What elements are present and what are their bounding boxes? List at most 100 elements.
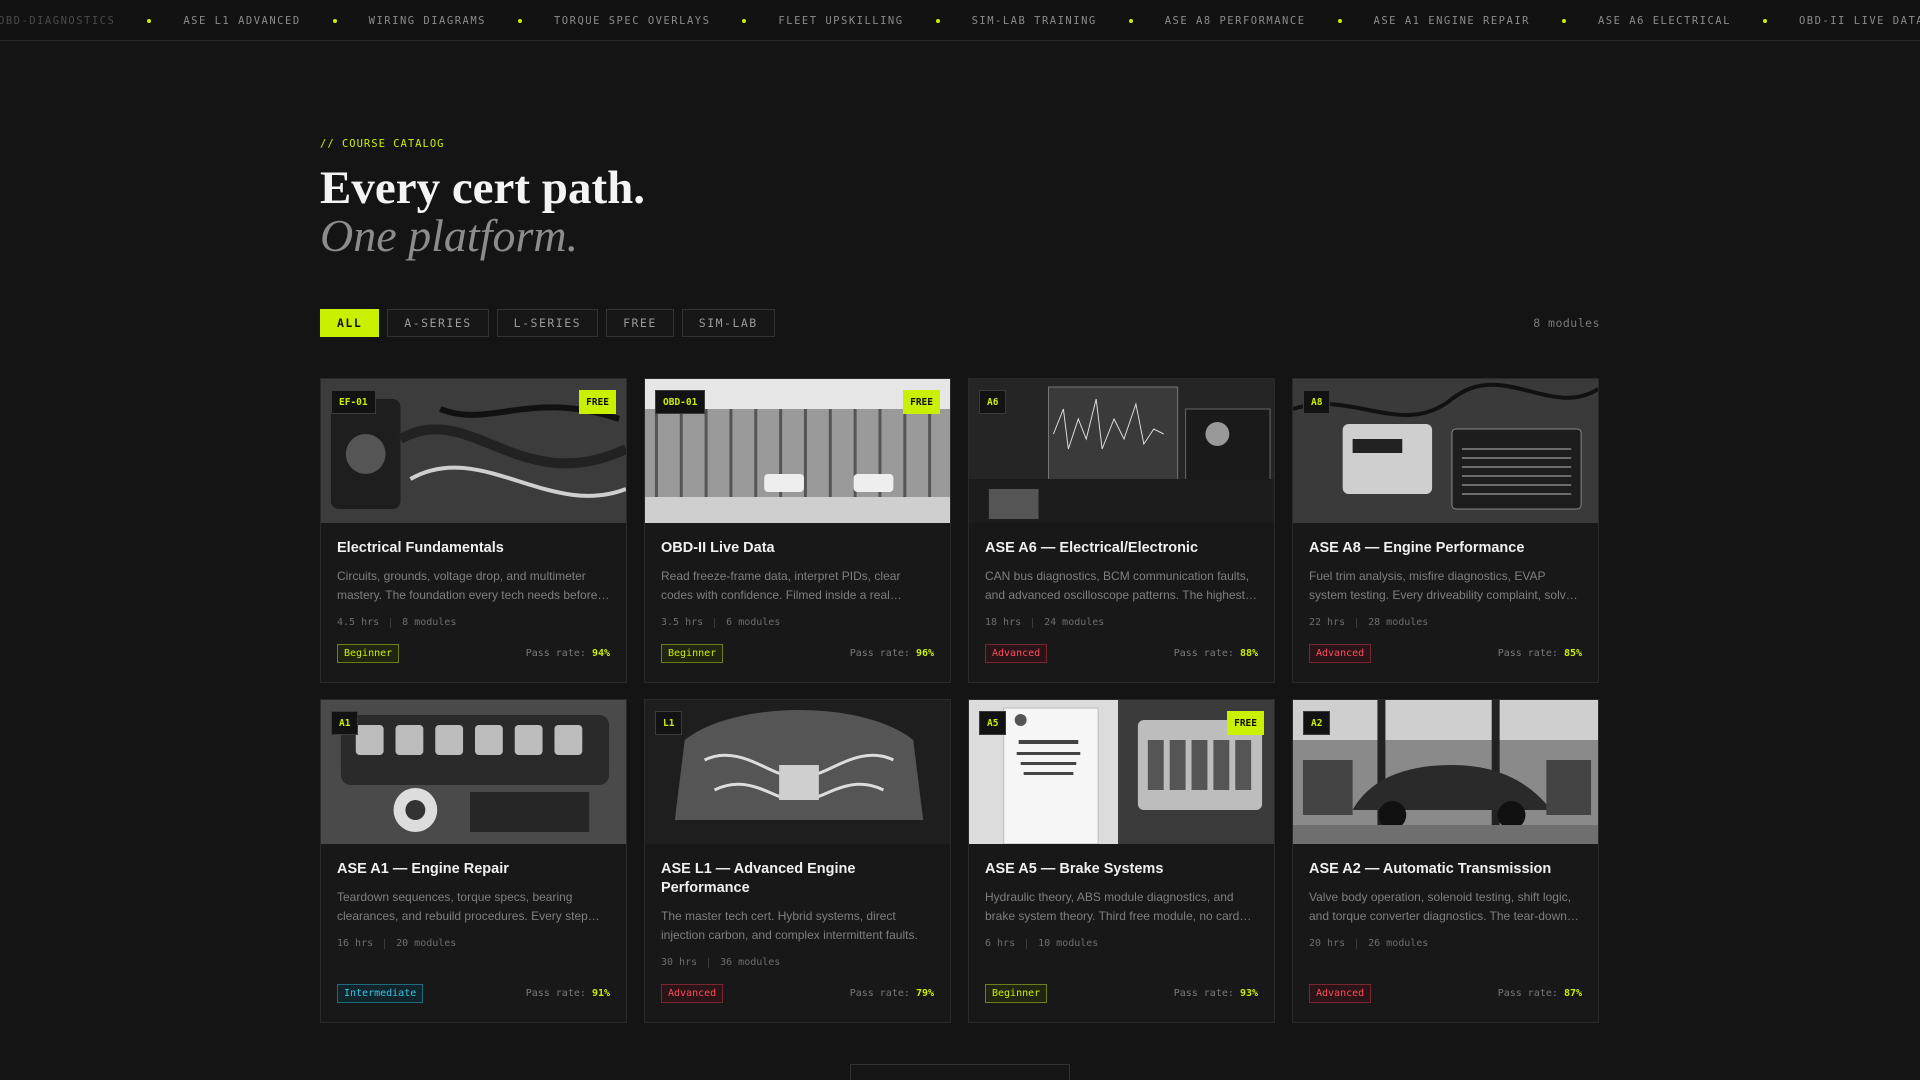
pass-rate-value: 93%	[1239, 988, 1258, 999]
course-code-badge: OBD-01	[655, 390, 706, 414]
level-badge: Advanced	[661, 984, 724, 1003]
ticker-track: OBD-DIAGNOSTICS ASE L1 ADVANCED WIRING DIA…	[0, 0, 1920, 40]
course-code-badge: EF-01	[331, 390, 376, 414]
load-more-button[interactable]	[850, 1064, 1070, 1080]
pass-rate: Pass rate: 85%	[1498, 648, 1582, 659]
course-meta: 3.5 hrs 6 modules	[661, 617, 934, 628]
shop-building-icon: OBD-01 FREE	[645, 379, 950, 523]
ticker-item: SIM-LAB TRAINING	[971, 14, 1097, 27]
ticker-dot	[742, 18, 747, 23]
filter-l-series[interactable]: L-SERIES	[496, 309, 599, 337]
pass-rate: Pass rate: 91%	[526, 988, 610, 999]
course-card[interactable]: EF-01 FREE Electrical Fundamentals Circuits…	[320, 378, 627, 683]
filter-free[interactable]: FREE	[606, 309, 674, 337]
meta-divider	[1026, 938, 1028, 949]
course-meta: 6 hrs 10 modules	[985, 938, 1258, 949]
course-code-badge: A8	[1303, 390, 1331, 414]
card-footer: Intermediate Pass rate: 91%	[337, 984, 610, 1003]
filter-a-series[interactable]: A-SERIES	[387, 309, 489, 337]
page-title: Every cert path.	[320, 162, 645, 214]
card-footer: Beginner Pass rate: 96%	[661, 644, 934, 663]
pass-rate-label: Pass rate:	[1173, 648, 1234, 659]
topic-ticker: OBD-DIAGNOSTICS ASE L1 ADVANCED WIRING DIA…	[0, 0, 1920, 41]
filter-all[interactable]: ALL	[320, 309, 380, 337]
ticker-dot	[1337, 18, 1342, 23]
pass-rate: Pass rate: 88%	[1174, 648, 1258, 659]
course-modules: 20 modules	[396, 938, 457, 949]
course-meta: 30 hrs 36 modules	[661, 957, 934, 968]
level-badge: Beginner	[661, 644, 724, 663]
system-tester-icon: A8	[1293, 379, 1598, 523]
course-meta: 4.5 hrs 8 modules	[337, 617, 610, 628]
course-hours: 30 hrs	[661, 957, 698, 968]
course-card[interactable]: A2 ASE A2 — Automatic Transmission Valve b…	[1292, 699, 1599, 1023]
course-grid: EF-01 FREE Electrical Fundamentals Circuits…	[320, 378, 1600, 1023]
v8-engine-icon: L1	[645, 700, 950, 844]
section-eyebrow: // COURSE CATALOG	[320, 138, 445, 150]
meta-divider	[1032, 617, 1034, 628]
ticker-item: FLEET UPSKILLING	[778, 14, 904, 27]
meta-divider	[708, 957, 710, 968]
course-card[interactable]: A5 FREE ASE A5 — Brake Systems Hydraulic th…	[968, 699, 1275, 1023]
course-modules: 8 modules	[402, 617, 457, 628]
course-hours: 18 hrs	[985, 617, 1022, 628]
multimeter-wiring-icon: EF-01 FREE	[321, 379, 626, 523]
course-code-badge: A5	[979, 711, 1007, 735]
course-code-badge: L1	[655, 711, 683, 735]
course-title: ASE A6 — Electrical/Electronic	[985, 540, 1199, 556]
level-badge: Beginner	[337, 644, 400, 663]
course-meta: 16 hrs 20 modules	[337, 938, 610, 949]
ticker-item: OBD-DIAGNOSTICS	[0, 14, 116, 27]
course-card[interactable]: A8 ASE A8 — Engine Performance Fuel trim a…	[1292, 378, 1599, 683]
pass-rate-label: Pass rate:	[1497, 988, 1558, 999]
car-on-lift-icon: A2	[1293, 700, 1598, 844]
ticker-dot	[147, 18, 152, 23]
course-modules: 26 modules	[1368, 938, 1429, 949]
pass-rate: Pass rate: 87%	[1498, 988, 1582, 999]
meta-divider	[1356, 617, 1358, 628]
pass-rate-value: 88%	[1239, 648, 1258, 659]
pass-rate-value: 96%	[915, 648, 934, 659]
filter-bar: ALL A-SERIES L-SERIES FREE SIM-LAB	[320, 309, 775, 337]
pass-rate: Pass rate: 93%	[1174, 988, 1258, 999]
course-title: ASE A2 — Automatic Transmission	[1309, 861, 1552, 877]
course-card[interactable]: L1 ASE L1 — Advanced Engine Performance Th…	[644, 699, 951, 1023]
filter-sim-lab[interactable]: SIM-LAB	[681, 309, 775, 337]
course-card[interactable]: A6 ASE A6 — Electrical/Electronic CAN bus …	[968, 378, 1275, 683]
course-title: ASE A8 — Engine Performance	[1309, 540, 1525, 556]
course-modules: 10 modules	[1038, 938, 1099, 949]
card-footer: Advanced Pass rate: 79%	[661, 984, 934, 1003]
pass-rate-value: 94%	[591, 648, 610, 659]
course-description: Read freeze-frame data, interpret PIDs, …	[661, 569, 902, 602]
pass-rate-value: 79%	[915, 988, 934, 999]
course-hours: 4.5 hrs	[337, 617, 380, 628]
course-meta: 20 hrs 26 modules	[1309, 938, 1582, 949]
level-badge: Intermediate	[337, 984, 424, 1003]
ticker-dot	[1128, 18, 1133, 23]
course-title: ASE A5 — Brake Systems	[985, 861, 1164, 877]
course-modules: 36 modules	[720, 957, 781, 968]
course-meta: 22 hrs 28 modules	[1309, 617, 1582, 628]
free-badge: FREE	[579, 390, 616, 414]
meta-divider	[1356, 938, 1358, 949]
course-card[interactable]: A1 ASE A1 — Engine Repair Teardown sequenc…	[320, 699, 627, 1023]
course-hours: 20 hrs	[1309, 938, 1346, 949]
pass-rate-value: 85%	[1563, 648, 1582, 659]
ticker-item: ASE A6 ELECTRICAL	[1597, 14, 1731, 27]
level-badge: Advanced	[1309, 644, 1372, 663]
meta-divider	[390, 617, 392, 628]
course-description: Valve body operation, solenoid testing, …	[1309, 890, 1579, 923]
card-footer: Beginner Pass rate: 94%	[337, 644, 610, 663]
card-footer: Advanced Pass rate: 88%	[985, 644, 1258, 663]
ticker-dot	[332, 18, 337, 23]
course-title: Electrical Fundamentals	[337, 540, 504, 556]
oscilloscope-monitor-icon: A6	[969, 379, 1274, 523]
module-count: 8 modules	[1533, 316, 1600, 330]
course-hours: 3.5 hrs	[661, 617, 704, 628]
page-subtitle: One platform.	[320, 210, 579, 261]
pass-rate: Pass rate: 96%	[850, 648, 934, 659]
course-description: Hydraulic theory, ABS module diagnostics…	[985, 890, 1252, 923]
course-title: ASE A1 — Engine Repair	[337, 861, 509, 877]
ticker-item: TORQUE SPEC OVERLAYS	[553, 14, 711, 27]
course-card[interactable]: OBD-01 FREE OBD-II Live Data Read freeze-fr…	[644, 378, 951, 683]
